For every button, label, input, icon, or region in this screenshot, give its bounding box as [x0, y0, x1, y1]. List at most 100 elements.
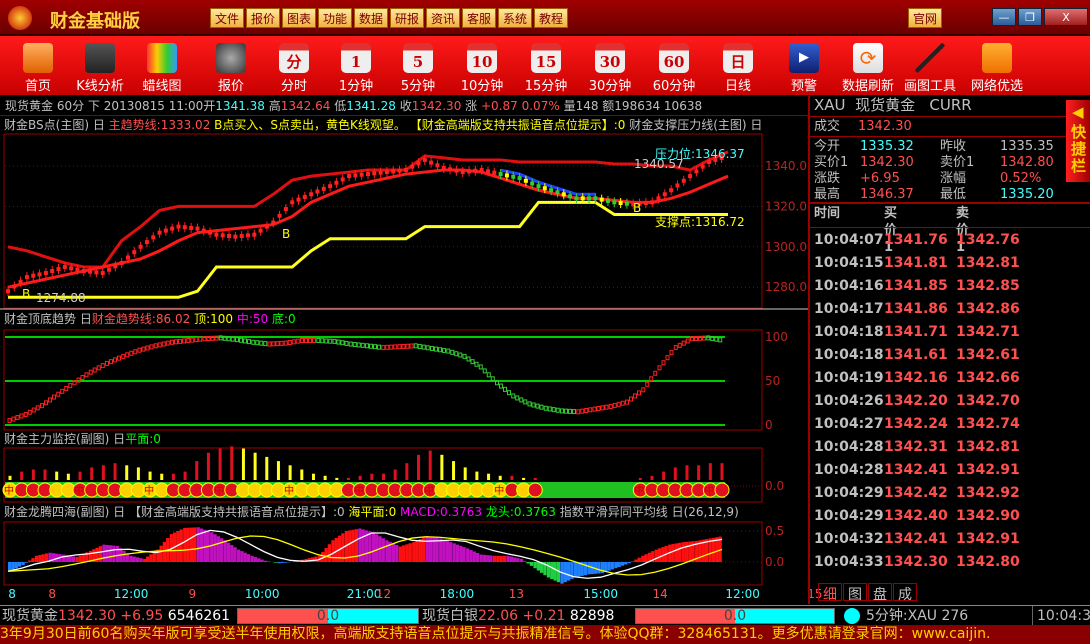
- macd-bar: [459, 545, 463, 562]
- macd-bar: [152, 551, 156, 562]
- tick-time: 10:04:16: [814, 278, 884, 294]
- tick-row[interactable]: 10:04:29 1342.42 1342.92: [814, 482, 1084, 505]
- monitor-bar: [8, 475, 12, 480]
- trend-mark: [129, 350, 134, 356]
- candle-body: [144, 240, 149, 245]
- deal-value: 1342.30: [858, 119, 912, 134]
- macd-bar: [617, 562, 621, 567]
- candle-body: [214, 232, 219, 237]
- candle-body: [587, 196, 592, 201]
- tick-row[interactable]: 10:04:29 1342.40 1342.90: [814, 505, 1084, 528]
- tick-row[interactable]: 10:04:28 1342.41 1342.91: [814, 459, 1084, 482]
- macd-bar: [553, 562, 557, 581]
- tick-row[interactable]: 10:04:32 1342.41 1342.91: [814, 528, 1084, 551]
- trend-mark: [68, 383, 73, 389]
- trend-mark: [596, 406, 601, 411]
- macd-bar: [519, 558, 524, 562]
- time-header: 时间: [814, 206, 841, 221]
- trend-mark: [442, 347, 446, 353]
- monitor-bar: [358, 475, 362, 480]
- tick-row[interactable]: 10:04:18 1341.71 1342.71: [814, 321, 1084, 344]
- silver-quote[interactable]: 现货白银22.06 +0.21 82898: [422, 606, 614, 626]
- toolbar-refresh-button[interactable]: ⟳ 数据刷新: [836, 36, 900, 95]
- restore-button[interactable]: ❐: [1018, 8, 1042, 26]
- trend-line: [7, 168, 729, 289]
- tick-row[interactable]: 10:04:19 1342.16 1342.66: [814, 367, 1084, 390]
- macd-bar: [533, 562, 537, 569]
- tick-row[interactable]: 10:04:33 1342.30 1342.80: [814, 551, 1084, 574]
- macd-bar: [448, 542, 453, 562]
- tick-time: 10:04:18: [814, 347, 884, 363]
- tick-row[interactable]: 10:04:18 1341.61 1342.61: [814, 344, 1084, 367]
- candle-body: [321, 186, 326, 191]
- candle-body: [397, 168, 402, 173]
- trend-mark: [620, 400, 625, 406]
- gold-quote[interactable]: 现货黄金1342.30 +6.95 6546261: [2, 606, 230, 626]
- macd-bar: [183, 527, 187, 562]
- tick-bid: 1342.41: [884, 462, 948, 478]
- chart-annotation: B: [22, 287, 30, 301]
- tick-row[interactable]: 10:04:16 1341.85 1342.85: [814, 275, 1084, 298]
- tick-row[interactable]: 10:04:17 1341.86 1342.86: [814, 298, 1084, 321]
- macd-bar: [41, 554, 45, 562]
- coin-icon: [527, 482, 543, 498]
- trend-mark: [291, 339, 296, 345]
- tab-1[interactable]: 图: [843, 583, 867, 603]
- trend-mark: [145, 345, 150, 351]
- trend-mark: [458, 352, 463, 358]
- trend-mark: [637, 390, 641, 396]
- time-tick: 8: [48, 587, 56, 601]
- alert-text[interactable]: 5分钟:XAU 276: [866, 606, 968, 626]
- tick-row[interactable]: 10:04:27 1342.24 1342.74: [814, 413, 1084, 436]
- tick-row[interactable]: 10:04:26 1342.20 1342.70: [814, 390, 1084, 413]
- trend-mark: [499, 383, 503, 389]
- close-button[interactable]: X: [1044, 8, 1088, 26]
- news-ticker[interactable]: 3年9月30日前60名购买年版可享受送半年使用权限，高端版支持语音点位提示与共振…: [0, 625, 1090, 644]
- candle-body: [669, 188, 674, 193]
- macd-bar: [358, 528, 362, 562]
- macd-bar: [159, 545, 163, 562]
- candle-body: [618, 201, 623, 206]
- monitor-bar: [148, 471, 152, 480]
- price-tick: 1280.0: [765, 280, 807, 294]
- official-site-button[interactable]: 官网: [908, 8, 943, 28]
- macd-bar: [210, 532, 214, 562]
- tick-ask: 1342.81: [956, 439, 1020, 455]
- macd-bar: [418, 539, 423, 562]
- candle-body: [454, 168, 459, 173]
- value-right: 1335.35: [1000, 139, 1054, 154]
- macd-bar: [654, 549, 658, 562]
- minimize-button[interactable]: —: [992, 8, 1016, 26]
- quote-row: 今开 1335.32 昨收 1335.35: [814, 138, 1064, 155]
- tick-row[interactable]: 10:04:15 1341.81 1342.81: [814, 252, 1084, 275]
- macd-bar: [250, 555, 254, 562]
- tick-bid: 1341.76: [884, 232, 948, 248]
- macd-bar: [583, 562, 588, 576]
- quick-bar-toggle[interactable]: ◀ 快捷栏: [1066, 100, 1090, 182]
- tab-2[interactable]: 盘: [868, 583, 892, 603]
- tab-3[interactable]: 成: [893, 583, 917, 603]
- monitor-bar: [136, 467, 140, 480]
- macd-bar: [516, 558, 520, 562]
- tick-row[interactable]: 10:04:07 1341.76 1342.76: [814, 229, 1084, 252]
- trend-mark: [44, 400, 48, 406]
- trend-mark: [161, 341, 166, 347]
- candle-body: [366, 172, 370, 177]
- trend-mark: [657, 365, 662, 371]
- label-left: 今开: [814, 139, 841, 154]
- trend-mark: [186, 338, 191, 344]
- toolbar-pencil-button[interactable]: 画图工具: [898, 36, 962, 95]
- chart-annotation: B: [633, 201, 641, 215]
- tick-ask: 1342.76: [956, 232, 1020, 248]
- tick-time: 10:04:28: [814, 439, 884, 455]
- tick-bid: 1342.20: [884, 393, 948, 409]
- chart-area[interactable]: 1340.01320.01300.01280.0压力位:1346.371340.…: [0, 0, 808, 604]
- candle-body: [6, 289, 10, 294]
- candle-body: [245, 233, 250, 238]
- tick-row[interactable]: 10:04:28 1342.31 1342.81: [814, 436, 1084, 459]
- trend-mark: [430, 345, 434, 351]
- macd-bar: [509, 556, 514, 562]
- macd-bar: [71, 556, 76, 562]
- toolbar-rss-button[interactable]: 网络优选: [965, 36, 1029, 95]
- tab-0[interactable]: 细: [818, 583, 842, 603]
